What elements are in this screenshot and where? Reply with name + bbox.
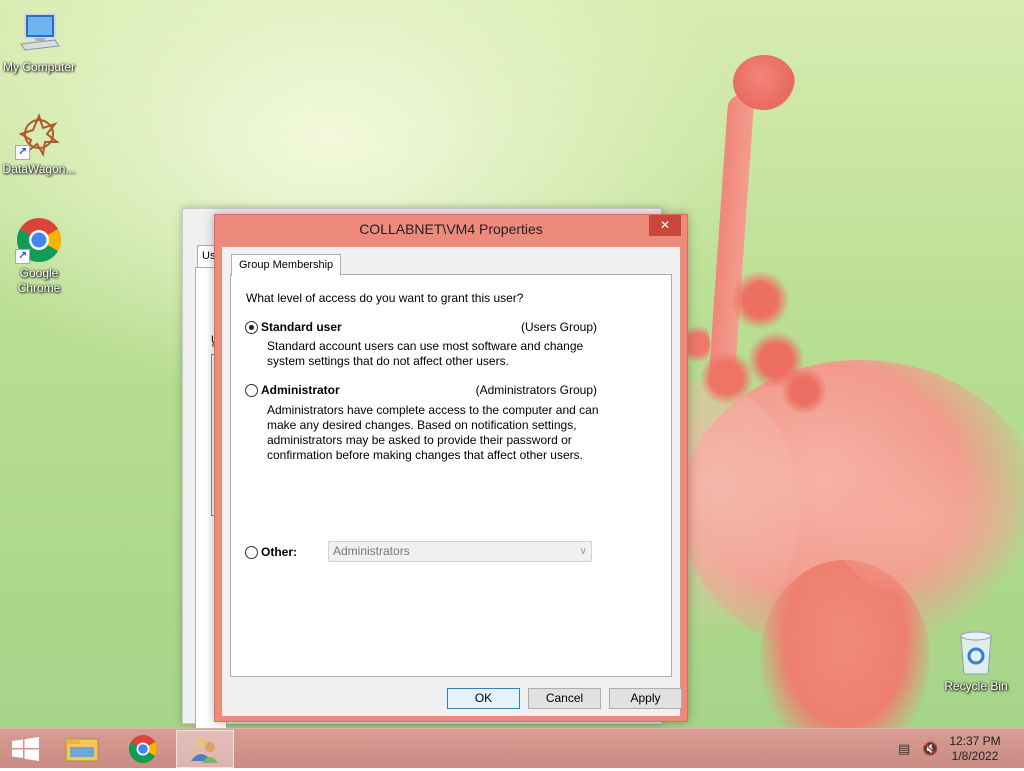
- properties-dialog[interactable]: COLLABNET\VM4 Properties ✕ Group Members…: [214, 214, 688, 722]
- administrator-radio[interactable]: [245, 384, 258, 397]
- administrator-label[interactable]: Administrator: [261, 383, 340, 397]
- close-icon: ✕: [659, 218, 671, 232]
- access-question: What level of access do you want to gran…: [246, 291, 524, 305]
- users-group-label: (Users Group): [520, 320, 597, 334]
- close-button[interactable]: ✕: [649, 215, 681, 236]
- other-group-value: Administrators: [333, 544, 410, 558]
- computer-icon: [15, 10, 63, 58]
- start-icon: [12, 737, 39, 761]
- administrator-description: Administrators have complete access to t…: [267, 403, 599, 462]
- tab-group-membership[interactable]: Group Membership: [231, 254, 342, 276]
- option-other[interactable]: Other:: [245, 545, 325, 561]
- chrome-icon: ↗: [15, 216, 63, 264]
- desktop-icon-label: My Computer: [2, 60, 76, 74]
- shortcut-arrow-icon: ↗: [15, 249, 30, 264]
- taskbar-chrome[interactable]: [117, 730, 169, 768]
- taskbar: ▤ 🔇 12:37 PM 1/8/2022: [0, 728, 1024, 768]
- user-accounts-icon: [191, 737, 218, 763]
- desktop-icon-my-computer[interactable]: My Computer: [0, 10, 78, 75]
- desktop-icon-label: Google Chrome: [17, 266, 61, 295]
- start-button[interactable]: [0, 730, 52, 768]
- network-icon[interactable]: ▤: [898, 741, 910, 757]
- desktop-icon-label: DataWagon...: [2, 162, 76, 176]
- standard-user-description: Standard account users can use most soft…: [267, 339, 584, 368]
- other-group-select[interactable]: Administrators ∨: [328, 541, 592, 562]
- taskbar-user-accounts[interactable]: [176, 730, 234, 768]
- option-administrator[interactable]: Administrator (Administrators Group): [245, 383, 597, 399]
- recycle-bin-label: Recycle Bin: [944, 679, 1008, 693]
- dialog-title: COLLABNET\VM4 Properties: [359, 221, 543, 237]
- taskbar-file-explorer[interactable]: [56, 730, 108, 768]
- ok-button[interactable]: OK: [447, 688, 520, 709]
- standard-user-label[interactable]: Standard user: [261, 320, 342, 334]
- other-radio[interactable]: [245, 546, 258, 559]
- datawagon-icon: ↗: [15, 112, 63, 160]
- volume-muted-icon[interactable]: 🔇: [922, 741, 938, 757]
- clock-time: 12:37 PM: [949, 734, 1001, 748]
- recycle-bin-icon: [960, 631, 992, 675]
- administrators-group-label: (Administrators Group): [475, 383, 597, 397]
- other-label[interactable]: Other:: [261, 545, 297, 559]
- apply-button[interactable]: Apply: [609, 688, 682, 709]
- shortcut-arrow-icon: ↗: [15, 145, 30, 160]
- group-membership-panel: What level of access do you want to gran…: [230, 274, 672, 677]
- desktop-icon-recycle-bin[interactable]: Recycle Bin: [940, 630, 1012, 693]
- chevron-down-icon: ∨: [579, 546, 587, 557]
- standard-user-radio[interactable]: [245, 321, 258, 334]
- chrome-icon: [129, 735, 157, 763]
- cancel-button[interactable]: Cancel: [528, 688, 601, 709]
- clock-date: 1/8/2022: [951, 749, 999, 763]
- file-explorer-icon: [65, 738, 99, 762]
- desktop-icon-datawagon[interactable]: ↗ DataWagon...: [0, 112, 78, 177]
- desktop-icon-google-chrome[interactable]: ↗ Google Chrome: [0, 216, 78, 296]
- option-standard-user[interactable]: Standard user (Users Group): [245, 320, 597, 336]
- taskbar-clock[interactable]: 12:37 PM 1/8/2022: [945, 734, 1005, 764]
- dialog-body: Group Membership What level of access do…: [222, 247, 682, 716]
